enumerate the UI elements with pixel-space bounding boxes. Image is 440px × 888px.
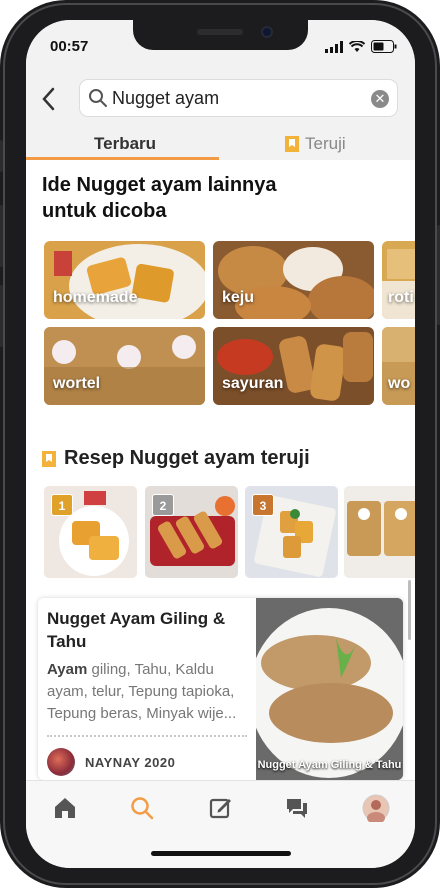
volume-up-button — [0, 205, 3, 267]
author-name: NAYNAY 2020 — [85, 754, 176, 770]
profile-avatar[interactable] — [362, 794, 390, 822]
tile-image — [44, 241, 205, 319]
home-indicator — [151, 851, 291, 856]
thumb-image — [344, 486, 415, 578]
tile-label: keju — [222, 289, 255, 306]
home-icon[interactable] — [52, 795, 78, 821]
ingredient-highlight: Ayam — [47, 661, 88, 678]
bottom-nav — [26, 780, 415, 868]
search-icon[interactable] — [129, 795, 155, 821]
idea-tile-sayuran[interactable]: sayuran — [213, 327, 374, 405]
bookmark-badge-icon — [285, 136, 299, 152]
recipe-author[interactable]: NAYNAY 2020 — [47, 748, 175, 776]
signal-icon — [325, 40, 343, 53]
recipe-card[interactable]: Nugget Ayam Giling & Tahu Ayam giling, T… — [38, 598, 403, 780]
edit-icon[interactable] — [208, 795, 234, 821]
tile-label: sayuran — [222, 375, 284, 392]
tested-thumb-1[interactable]: 1 — [44, 486, 137, 578]
tab-bar: Terbaru Teruji — [26, 126, 415, 160]
back-arrow-icon[interactable] — [34, 84, 64, 114]
divider — [47, 735, 247, 737]
tested-thumb-2[interactable]: 2 — [145, 486, 238, 578]
chat-icon[interactable] — [284, 795, 310, 821]
search-icon — [89, 89, 107, 107]
tested-thumb-3[interactable]: 3 — [245, 486, 338, 578]
wifi-icon — [349, 40, 365, 52]
tile-image — [213, 327, 374, 405]
screen: 00:57 Nugget ayam ✕ Terbaru Teruji Ide N… — [26, 20, 415, 868]
idea-tile-homemade[interactable]: homemade — [44, 241, 205, 319]
clear-search-icon[interactable]: ✕ — [371, 90, 389, 108]
idea-tile-keju[interactable]: keju — [213, 241, 374, 319]
bookmark-badge-icon — [42, 450, 56, 467]
tile-label: homemade — [53, 289, 138, 306]
tile-image — [44, 327, 205, 405]
tile-image — [382, 327, 415, 405]
recipe-photo — [256, 598, 403, 780]
tile-image — [382, 241, 415, 319]
rank-3-badge: 3 — [252, 494, 274, 516]
idea-tile-roti[interactable]: roti — [382, 241, 415, 319]
recipe-ingredients: Ayam giling, Tahu, Kaldu ayam, telur, Te… — [47, 659, 247, 725]
mute-switch — [0, 140, 3, 172]
volume-down-button — [0, 285, 3, 347]
ideas-title: Ide Nugget ayam lainnya untuk dicoba — [42, 174, 277, 222]
tile-label: roti — [388, 289, 414, 306]
tab-teruji[interactable]: Teruji — [285, 134, 346, 154]
scrollbar[interactable] — [408, 580, 411, 640]
tested-section-header: Resep Nugget ayam teruji — [42, 447, 310, 470]
rank-1-badge: 1 — [51, 494, 73, 516]
tile-image — [213, 241, 374, 319]
search-query: Nugget ayam — [112, 87, 220, 108]
battery-icon — [371, 40, 397, 53]
rank-2-badge: 2 — [152, 494, 174, 516]
author-avatar — [47, 748, 75, 776]
recipe-title: Nugget Ayam Giling & Tahu — [47, 609, 226, 651]
tile-label: wo — [388, 375, 411, 392]
image-caption: Nugget Ayam Giling & Tahu — [257, 759, 402, 771]
tested-title: Resep Nugget ayam teruji — [64, 447, 310, 469]
search-input[interactable]: Nugget ayam ✕ — [79, 79, 398, 117]
idea-tile-wo[interactable]: wo — [382, 327, 415, 405]
recipe-image: Nugget Ayam Giling & Tahu — [256, 598, 403, 780]
main-content: Ide Nugget ayam lainnya untuk dicoba hom… — [26, 160, 415, 780]
status-time: 00:57 — [50, 38, 89, 55]
tile-label: wortel — [53, 375, 101, 392]
notch — [133, 20, 308, 50]
search-header: Nugget ayam ✕ Terbaru Teruji — [26, 70, 415, 160]
tab-teruji-label: Teruji — [305, 134, 346, 153]
tested-thumb-4[interactable] — [344, 486, 415, 578]
idea-tile-wortel[interactable]: wortel — [44, 327, 205, 405]
tab-terbaru[interactable]: Terbaru — [94, 134, 156, 154]
phone-frame: 00:57 Nugget ayam ✕ Terbaru Teruji Ide N… — [0, 0, 440, 888]
